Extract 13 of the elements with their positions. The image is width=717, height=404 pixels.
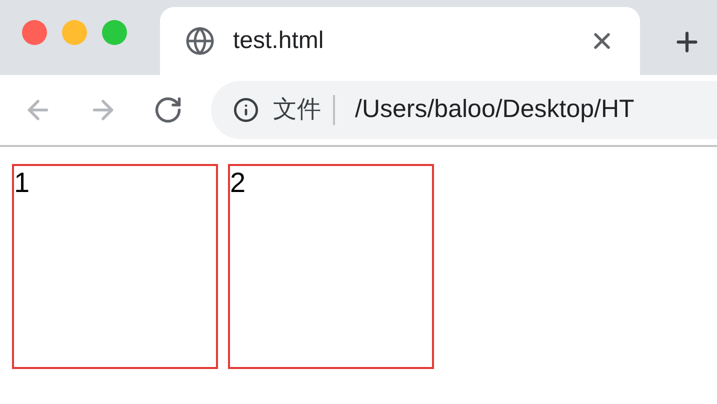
url-text: /Users/baloo/Desktop/HT (355, 94, 634, 126)
file-scheme-label: 文件 (273, 95, 321, 125)
address-bar[interactable]: 文件 /Users/baloo/Desktop/HT (211, 81, 717, 139)
info-icon[interactable] (233, 97, 259, 123)
box-number: 2 (230, 167, 246, 198)
close-window-icon[interactable] (22, 20, 47, 45)
tab-title: test.html (233, 26, 325, 56)
minimize-window-icon[interactable] (62, 20, 87, 45)
maximize-window-icon[interactable] (102, 20, 127, 45)
globe-icon (185, 26, 215, 56)
reload-icon (153, 95, 183, 125)
box-number: 1 (14, 167, 30, 198)
browser-tab[interactable]: test.html (160, 7, 640, 75)
